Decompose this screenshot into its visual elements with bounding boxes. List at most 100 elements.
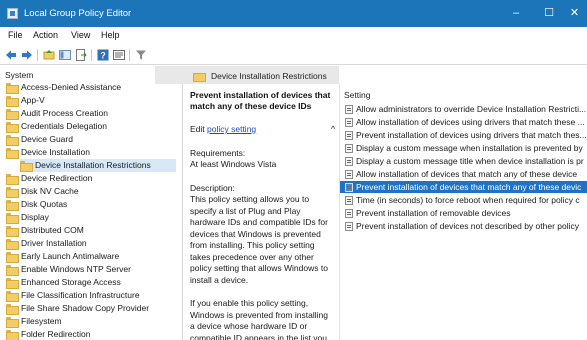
policy-setting-icon: [345, 170, 353, 179]
toolbar-separator: [37, 49, 38, 61]
menu-view[interactable]: View: [71, 30, 90, 40]
maximize-button[interactable]: ☐: [533, 0, 565, 27]
folder-icon: [6, 135, 19, 146]
tree-item-device-installation-restrictions[interactable]: Device Installation Restrictions: [20, 159, 176, 172]
show-hide-tree-icon[interactable]: [59, 49, 71, 61]
policy-setting-icon: [345, 196, 353, 205]
setting-row-prevent-not-described[interactable]: Prevent installation of devices not desc…: [340, 220, 587, 232]
svg-text:?: ?: [100, 51, 106, 61]
tree-root-label[interactable]: System: [5, 70, 33, 80]
tree-item-enable-windows-ntp-server[interactable]: Enable Windows NTP Server: [6, 263, 176, 276]
folder-icon: [6, 239, 19, 250]
policy-setting-icon: [345, 144, 353, 153]
folder-icon: [6, 330, 19, 340]
policy-tree-pane[interactable]: System ▲ Access-Denied Assistance App-V …: [0, 66, 183, 340]
setting-row-allow-drivers-match[interactable]: Allow installation of devices using driv…: [340, 116, 587, 128]
folder-icon: [6, 109, 19, 120]
folder-icon: [6, 317, 19, 328]
requirements-block: Requirements: At least Windows Vista: [190, 148, 333, 171]
description-text: This policy setting allows you to specif…: [190, 194, 328, 285]
folder-icon: [6, 174, 19, 185]
tree-item-distributed-com[interactable]: Distributed COM: [6, 224, 176, 237]
setting-row-allow-device-ids[interactable]: Allow installation of devices that match…: [340, 168, 587, 180]
folder-icon: [6, 200, 19, 211]
tree-item-disk-nv-cache[interactable]: Disk NV Cache: [6, 185, 176, 198]
tree-item-device-redirection[interactable]: Device Redirection: [6, 172, 176, 185]
toolbar-separator: [129, 49, 130, 61]
toolbar: ?: [0, 45, 587, 65]
menu-action[interactable]: Action: [33, 30, 58, 40]
tree-item-filesystem[interactable]: Filesystem: [6, 315, 176, 328]
tree-item-audit-process-creation[interactable]: Audit Process Creation: [6, 107, 176, 120]
back-icon[interactable]: [5, 49, 17, 61]
policy-setting-icon: [345, 131, 353, 140]
menu-bar: File Action View Help: [0, 27, 587, 45]
details-header-band: Device Installation Restrictions: [184, 66, 339, 84]
tree-item-enhanced-storage-access[interactable]: Enhanced Storage Access: [6, 276, 176, 289]
folder-icon: [6, 265, 19, 276]
tree-item-folder-redirection[interactable]: Folder Redirection: [6, 328, 176, 340]
edit-policy-setting-link[interactable]: policy setting: [207, 124, 256, 134]
description-text-continued: If you enable this policy setting, Windo…: [190, 298, 328, 340]
folder-icon: [6, 304, 19, 315]
title-bar: Local Group Policy Editor – ☐ ✕: [0, 0, 587, 27]
folder-icon: [6, 187, 19, 198]
tree-item-access-denied-assistance[interactable]: Access-Denied Assistance: [6, 81, 176, 94]
tree-item-disk-quotas[interactable]: Disk Quotas: [6, 198, 176, 211]
tree-item-early-launch-antimalware[interactable]: Early Launch Antimalware: [6, 250, 176, 263]
policy-name-heading: Prevent installation of devices that mat…: [190, 90, 331, 111]
settings-list-pane: Setting Allow administrators to override…: [340, 84, 587, 340]
details-header-band-tail: [155, 66, 185, 84]
folder-icon: [6, 278, 19, 289]
folder-icon: [193, 71, 206, 82]
requirements-value: At least Windows Vista: [190, 159, 277, 169]
description-label: Description:: [190, 182, 235, 193]
tree-item-device-installation[interactable]: Device Installation: [6, 146, 176, 159]
forward-icon[interactable]: [21, 49, 33, 61]
setting-row-force-reboot-time[interactable]: Time (in seconds) to force reboot when r…: [340, 194, 587, 206]
setting-row-prevent-device-ids[interactable]: Prevent installation of devices that mat…: [340, 181, 587, 193]
details-header-title: Device Installation Restrictions: [211, 71, 327, 81]
gpedit-app-icon: [7, 8, 18, 19]
filter-icon[interactable]: [135, 49, 147, 61]
tree-item-display[interactable]: Display: [6, 211, 176, 224]
up-folder-icon[interactable]: [43, 49, 55, 61]
description-scroll-up-arrow[interactable]: ^: [328, 124, 338, 134]
setting-row-allow-admin-override[interactable]: Allow administrators to override Device …: [340, 103, 587, 115]
policy-description: Prevent installation of devices that mat…: [190, 90, 333, 340]
tree-item-file-classification-infrastructure[interactable]: File Classification Infrastructure: [6, 289, 176, 302]
close-button[interactable]: ✕: [562, 0, 587, 27]
folder-icon: [6, 226, 19, 237]
folder-icon: [6, 291, 19, 302]
folder-icon: [20, 161, 33, 172]
properties-icon[interactable]: [113, 49, 125, 61]
menu-help[interactable]: Help: [101, 30, 120, 40]
minimize-button[interactable]: –: [500, 0, 532, 27]
setting-column-header[interactable]: Setting: [344, 90, 370, 100]
policy-setting-icon: [345, 118, 353, 127]
folder-icon: [6, 148, 19, 159]
setting-row-prevent-drivers-match[interactable]: Prevent installation of devices using dr…: [340, 129, 587, 141]
setting-row-custom-message[interactable]: Display a custom message when installati…: [340, 142, 587, 154]
policy-setting-icon: [345, 222, 353, 231]
tree-item-driver-installation[interactable]: Driver Installation: [6, 237, 176, 250]
help-icon[interactable]: ?: [97, 49, 109, 61]
tree-item-device-guard[interactable]: Device Guard: [6, 133, 176, 146]
folder-icon: [6, 83, 19, 94]
description-block: Description: This policy setting allows …: [190, 183, 333, 287]
export-list-icon[interactable]: [75, 49, 87, 61]
policy-setting-icon: [345, 157, 353, 166]
policy-description-pane: Device Installation Restrictions Prevent…: [184, 66, 339, 340]
tree-item-file-share-shadow-copy-provider[interactable]: File Share Shadow Copy Provider: [6, 302, 176, 315]
folder-icon: [6, 122, 19, 133]
folder-icon: [6, 252, 19, 263]
setting-row-custom-message-title[interactable]: Display a custom message title when devi…: [340, 155, 587, 167]
tree-item-app-v[interactable]: App-V: [6, 94, 176, 107]
folder-icon: [6, 213, 19, 224]
toolbar-separator: [91, 49, 92, 61]
setting-row-prevent-removable[interactable]: Prevent installation of removable device…: [340, 207, 587, 219]
edit-policy-line: Edit policy setting: [190, 124, 257, 134]
menu-file[interactable]: File: [8, 30, 23, 40]
tree-item-credentials-delegation[interactable]: Credentials Delegation: [6, 120, 176, 133]
window-title: Local Group Policy Editor: [24, 8, 132, 19]
